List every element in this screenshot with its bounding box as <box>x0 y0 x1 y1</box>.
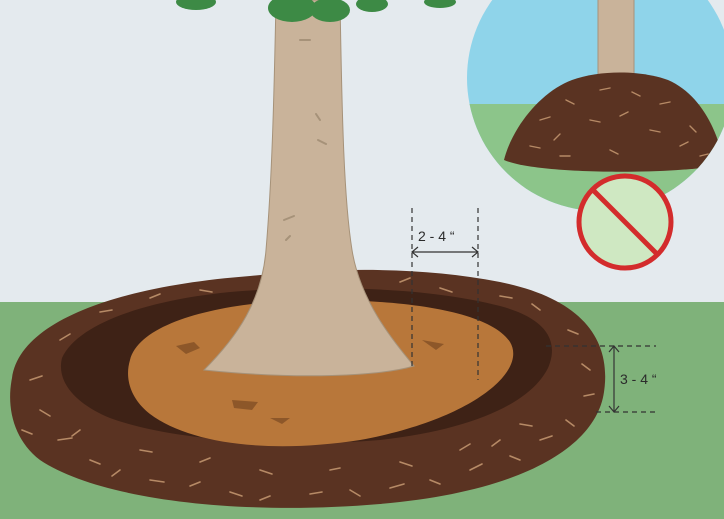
trunk-gap-label: 2 - 4 “ <box>418 228 455 244</box>
mulch-depth-label: 3 - 4 “ <box>620 371 657 387</box>
scene-svg: 2 - 4 “ 3 - 4 “ <box>0 0 724 519</box>
mulching-illustration: 2 - 4 “ 3 - 4 “ <box>0 0 724 519</box>
no-symbol-icon <box>576 173 674 271</box>
